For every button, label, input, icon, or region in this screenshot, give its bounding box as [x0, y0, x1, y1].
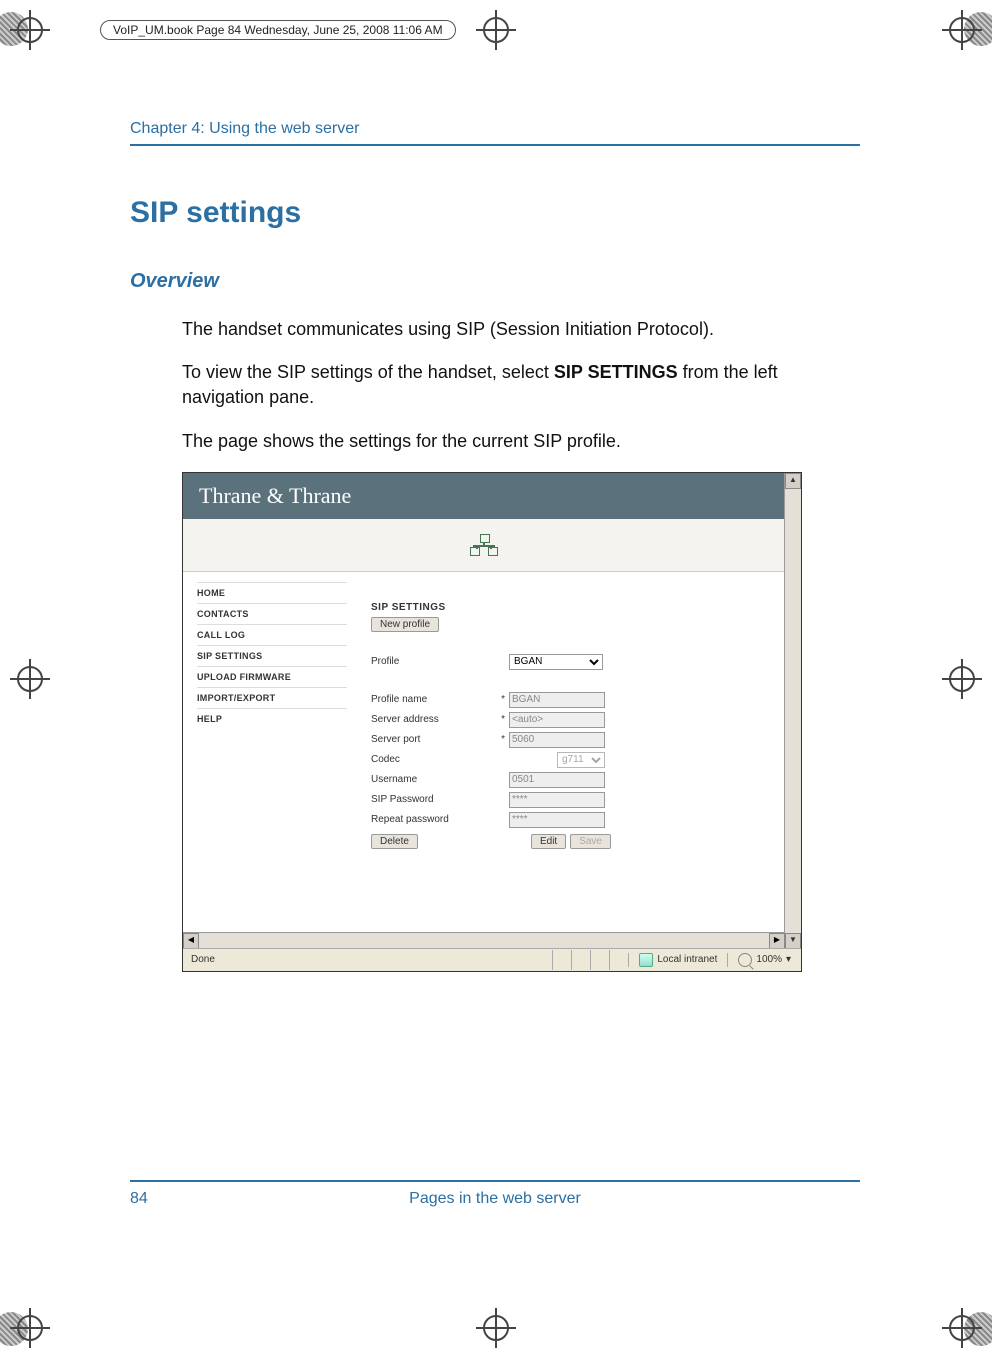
crop-mark-icon	[942, 659, 982, 699]
edit-button[interactable]: Edit	[531, 834, 566, 849]
chapter-title: Chapter 4: Using the web server	[130, 120, 860, 146]
nav-item-upload-firmware[interactable]: UPLOAD FIRMWARE	[197, 666, 347, 687]
username-label: Username	[371, 774, 491, 785]
nav-item-call-log[interactable]: CALL LOG	[197, 624, 347, 645]
server-port-input[interactable]	[509, 732, 605, 748]
server-address-label: Server address	[371, 714, 491, 725]
zoom-icon	[738, 953, 752, 967]
crop-mark-icon	[942, 1308, 982, 1348]
required-star: *	[491, 714, 509, 725]
nav-item-home[interactable]: HOME	[197, 582, 347, 603]
crop-mark-icon	[942, 10, 982, 50]
scroll-right-icon[interactable]: ▶	[769, 933, 785, 949]
zoom-value: 100%	[756, 954, 782, 965]
embedded-screenshot: Thrane & Thrane HOME CONTACTS CALL LOG S…	[182, 472, 802, 972]
sidebar-nav: HOME CONTACTS CALL LOG SIP SETTINGS UPLO…	[183, 572, 361, 859]
security-zone: Local intranet	[628, 953, 727, 967]
scroll-up-icon[interactable]: ▲	[785, 473, 801, 489]
repeat-password-input[interactable]	[509, 812, 605, 828]
main-panel: SIP SETTINGS New profile Profile BGAN Pr…	[361, 572, 785, 859]
crop-mark-icon	[10, 1308, 50, 1348]
scroll-down-icon[interactable]: ▼	[785, 933, 801, 949]
paragraph: The handset communicates using SIP (Sess…	[182, 317, 860, 342]
toolbar	[183, 519, 785, 572]
intranet-icon	[639, 953, 653, 967]
crop-mark-icon	[10, 659, 50, 699]
new-profile-button[interactable]: New profile	[371, 617, 439, 632]
sip-password-label: SIP Password	[371, 794, 491, 805]
zoom-control[interactable]: 100% ▾	[727, 953, 801, 967]
nav-item-sip-settings[interactable]: SIP SETTINGS	[197, 645, 347, 666]
paragraph-bold: SIP SETTINGS	[554, 362, 678, 382]
save-button[interactable]: Save	[570, 834, 611, 849]
nav-item-contacts[interactable]: CONTACTS	[197, 603, 347, 624]
codec-select[interactable]: g711	[557, 752, 605, 768]
paragraph: To view the SIP settings of the handset,…	[182, 360, 860, 410]
required-star: *	[491, 694, 509, 705]
network-icon	[470, 534, 498, 556]
page-footer: 84 Pages in the web server	[130, 1180, 860, 1208]
paragraph-text: To view the SIP settings of the handset,…	[182, 362, 554, 382]
profile-name-label: Profile name	[371, 694, 491, 705]
crop-mark-icon	[10, 10, 50, 50]
horizontal-scrollbar[interactable]: ◀ ▶	[183, 932, 785, 949]
crop-mark-icon	[476, 1308, 516, 1348]
scroll-left-icon[interactable]: ◀	[183, 933, 199, 949]
zone-label: Local intranet	[657, 954, 717, 965]
username-input[interactable]	[509, 772, 605, 788]
book-meta-header: VoIP_UM.book Page 84 Wednesday, June 25,…	[100, 20, 456, 40]
nav-item-help[interactable]: HELP	[197, 708, 347, 729]
vertical-scrollbar[interactable]: ▲ ▼	[784, 473, 801, 949]
profile-label: Profile	[371, 656, 491, 667]
server-port-label: Server port	[371, 734, 491, 745]
required-star: *	[491, 734, 509, 745]
status-text: Done	[183, 954, 223, 965]
profile-name-input[interactable]	[509, 692, 605, 708]
page-heading: SIP settings	[130, 196, 860, 230]
footer-title: Pages in the web server	[190, 1190, 800, 1208]
section-heading: Overview	[130, 270, 860, 293]
codec-label: Codec	[371, 754, 491, 765]
brand-header: Thrane & Thrane	[183, 473, 785, 519]
nav-item-import-export[interactable]: IMPORT/EXPORT	[197, 687, 347, 708]
status-bar: Done Local intranet 100% ▾	[183, 948, 801, 971]
panel-title: SIP SETTINGS	[371, 602, 775, 613]
profile-select[interactable]: BGAN	[509, 654, 603, 670]
server-address-input[interactable]	[509, 712, 605, 728]
repeat-password-label: Repeat password	[371, 814, 491, 825]
chevron-down-icon[interactable]: ▾	[786, 954, 791, 965]
page-number: 84	[130, 1190, 190, 1208]
delete-button[interactable]: Delete	[371, 834, 418, 849]
crop-mark-icon	[476, 10, 516, 50]
sip-password-input[interactable]	[509, 792, 605, 808]
paragraph: The page shows the settings for the curr…	[182, 429, 860, 454]
